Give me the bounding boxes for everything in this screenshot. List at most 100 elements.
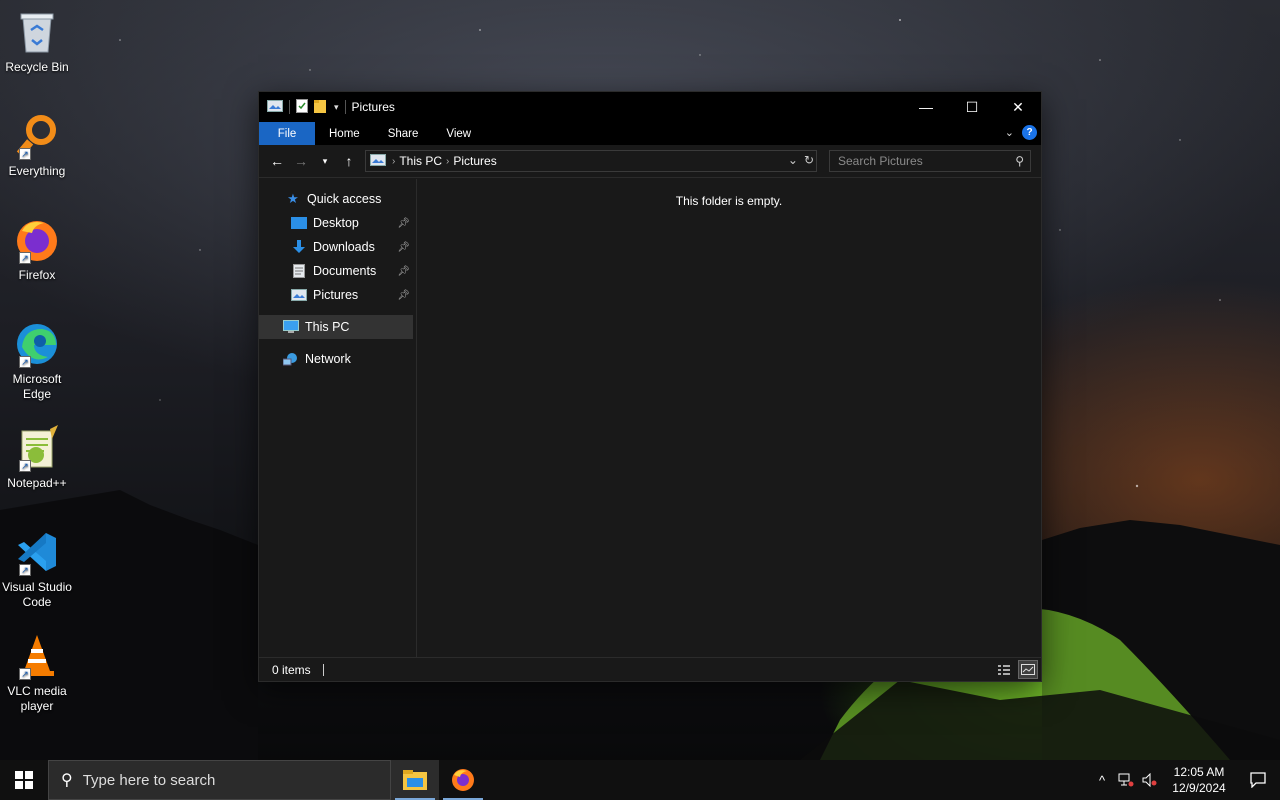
tab-share[interactable]: Share	[374, 122, 433, 145]
tab-home[interactable]: Home	[315, 122, 374, 145]
nav-item-desktop[interactable]: Desktop 📌︎	[259, 211, 416, 235]
file-explorer-window[interactable]: ▾ Pictures — ☐ ✕ File Home Share View ⌄ …	[258, 91, 1042, 682]
firefox-icon: ↗	[13, 216, 61, 264]
nav-item-pictures[interactable]: Pictures 📌︎	[259, 283, 416, 307]
pin-icon[interactable]: 📌︎	[397, 218, 410, 229]
ribbon-right-controls: ⌄ ?	[1005, 125, 1037, 140]
desktop-icon-label: Microsoft Edge	[12, 372, 62, 401]
shortcut-arrow-icon: ↗	[19, 148, 31, 160]
large-icons-view-icon[interactable]	[1018, 660, 1038, 679]
forward-button[interactable]: →	[289, 153, 313, 169]
desktop-folder-icon	[291, 216, 307, 230]
taskbar-search-box[interactable]: ⚲ Type here to search	[48, 760, 391, 800]
start-button[interactable]	[0, 760, 48, 800]
breadcrumb-this-pc[interactable]: This PC	[399, 154, 442, 168]
address-bar[interactable]: › This PC › Pictures ⌄ ↻	[365, 150, 817, 172]
details-view-icon[interactable]	[994, 660, 1014, 679]
expand-ribbon-icon[interactable]: ⌄	[1005, 126, 1014, 139]
nav-item-quick-access[interactable]: ★ Quick access	[259, 187, 416, 211]
window-titlebar[interactable]: ▾ Pictures — ☐ ✕	[259, 92, 1041, 122]
search-box[interactable]: ⚲	[829, 150, 1031, 172]
status-divider	[322, 663, 324, 676]
desktop-icon-recycle-bin[interactable]: Recycle Bin	[2, 8, 72, 75]
properties-icon[interactable]	[296, 98, 308, 116]
computer-icon	[283, 320, 299, 334]
desktop-icon-firefox[interactable]: ↗ Firefox	[2, 216, 72, 283]
taskbar-app-firefox[interactable]	[439, 760, 487, 800]
network-status-icon[interactable]	[1114, 760, 1138, 800]
quick-access-toolbar: ▾	[259, 92, 346, 122]
nav-item-downloads[interactable]: Downloads 📌︎	[259, 235, 416, 259]
file-explorer-icon	[403, 770, 427, 790]
recent-locations-button[interactable]: ▾	[313, 156, 337, 167]
refresh-icon[interactable]: ↻	[804, 153, 814, 167]
pin-icon[interactable]: 📌︎	[397, 290, 410, 301]
desktop-icon-label: Everything	[8, 164, 66, 178]
tab-view[interactable]: View	[432, 122, 485, 145]
volume-muted-icon[interactable]	[1138, 760, 1162, 800]
nav-item-this-pc[interactable]: This PC	[259, 315, 413, 339]
desktop-icon-label: Visual Studio Code	[2, 580, 72, 609]
up-button[interactable]: ↑	[337, 153, 361, 169]
vscode-icon: ↗	[13, 528, 61, 576]
desktop-icon-label: VLC media player	[7, 684, 67, 713]
nav-item-label: Network	[305, 352, 351, 366]
taskbar-app-file-explorer[interactable]	[391, 760, 439, 800]
ribbon-tabs: File Home Share View ⌄ ?	[259, 122, 1041, 145]
taskbar: ⚲ Type here to search ^ 12:05 AM 12/9/20…	[0, 760, 1280, 800]
show-hidden-icons-chevron-icon[interactable]: ^	[1090, 760, 1114, 800]
action-center-button[interactable]	[1236, 760, 1280, 800]
system-clock[interactable]: 12:05 AM 12/9/2024	[1162, 764, 1236, 796]
windows-logo-icon	[15, 771, 33, 789]
nav-item-label: Documents	[313, 264, 377, 278]
vlc-icon: ↗	[13, 632, 61, 680]
qat-dropdown-icon[interactable]: ▾	[334, 102, 339, 113]
desktop-icon-label: Notepad++	[7, 476, 67, 490]
nav-item-label: Pictures	[313, 288, 359, 302]
search-input[interactable]	[838, 154, 1008, 168]
help-icon[interactable]: ?	[1022, 125, 1037, 140]
close-button[interactable]: ✕	[995, 92, 1041, 122]
window-pictures-icon	[267, 99, 283, 115]
pin-icon[interactable]: 📌︎	[397, 266, 410, 277]
desktop-icon-vscode[interactable]: ↗ Visual Studio Code	[2, 528, 72, 610]
downloads-icon	[291, 240, 307, 254]
pictures-folder-icon	[291, 288, 307, 302]
nav-item-documents[interactable]: Documents 📌︎	[259, 259, 416, 283]
taskbar-search-placeholder: Type here to search	[82, 771, 216, 789]
shortcut-arrow-icon: ↗	[19, 668, 31, 680]
nav-item-label: This PC	[305, 320, 350, 334]
status-bar: 0 items	[259, 657, 1041, 681]
shortcut-arrow-icon: ↗	[19, 564, 31, 576]
clock-time: 12:05 AM	[1173, 765, 1225, 779]
breadcrumb-pictures[interactable]: Pictures	[453, 154, 496, 168]
desktop-icon-everything[interactable]: ↗ Everything	[2, 112, 72, 179]
pin-icon[interactable]: 📌︎	[397, 242, 410, 253]
everything-icon: ↗	[13, 112, 61, 160]
nav-item-label: Quick access	[307, 192, 382, 206]
desktop-icon-notepadpp[interactable]: ↗ Notepad++	[2, 424, 72, 491]
shortcut-arrow-icon: ↗	[19, 460, 31, 472]
file-list-area[interactable]: This folder is empty.	[417, 179, 1041, 657]
minimize-button[interactable]: —	[903, 92, 949, 122]
search-icon: ⚲	[1015, 154, 1024, 168]
nav-item-network[interactable]: Network	[259, 347, 416, 371]
maximize-button[interactable]: ☐	[949, 92, 995, 122]
desktop-icon-vlc[interactable]: ↗ VLC media player	[2, 632, 72, 714]
nav-item-label: Desktop	[313, 216, 359, 230]
tab-file[interactable]: File	[259, 122, 315, 145]
system-tray: ^ 12:05 AM 12/9/2024	[1090, 760, 1280, 800]
star-icon: ★	[287, 191, 299, 206]
breadcrumb-chevron-icon[interactable]: ›	[392, 156, 395, 167]
item-count: 0 items	[272, 662, 311, 677]
documents-icon	[291, 264, 307, 278]
clock-date: 12/9/2024	[1172, 781, 1226, 795]
new-folder-icon[interactable]	[314, 99, 328, 116]
edge-icon: ↗	[13, 320, 61, 368]
breadcrumb-chevron-icon[interactable]: ›	[446, 156, 449, 167]
address-history-dropdown-icon[interactable]: ⌄	[788, 153, 798, 167]
back-button[interactable]: ←	[265, 153, 289, 169]
desktop-icon-edge[interactable]: ↗ Microsoft Edge	[2, 320, 72, 402]
nav-item-label: Downloads	[313, 240, 375, 254]
firefox-icon	[452, 769, 474, 791]
